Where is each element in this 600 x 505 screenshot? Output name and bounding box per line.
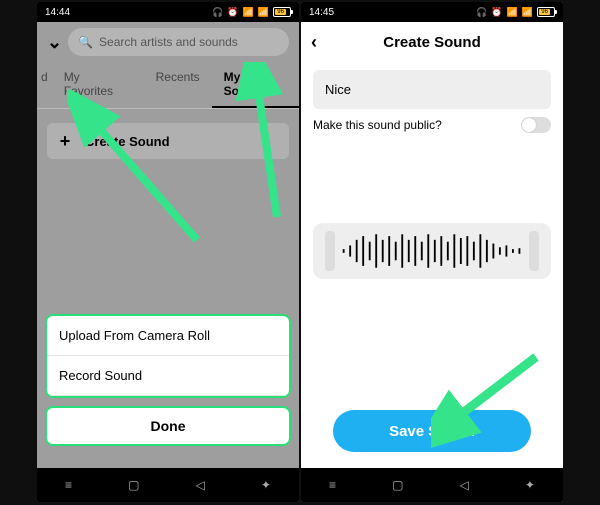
action-sheet: Upload From Camera Roll Record Sound Don… [45, 314, 291, 446]
status-icons: 🎧⏰📶📶 96 [476, 7, 555, 18]
public-toggle[interactable] [521, 117, 551, 133]
chevron-down-icon[interactable]: ⌄ [47, 32, 62, 53]
waveform-icon [339, 230, 525, 272]
nav-recent-icon[interactable]: ≡ [65, 478, 72, 492]
annotation-arrow [67, 90, 217, 250]
tab-my-sounds[interactable]: My Sounds [212, 62, 299, 108]
nav-back-icon[interactable]: ◁ [196, 478, 205, 492]
create-sound-label: Create Sound [85, 134, 170, 149]
status-bar: 14:45 🎧⏰📶📶 96 [301, 2, 563, 22]
plus-icon: + [57, 131, 73, 152]
search-placeholder: Search artists and sounds [99, 35, 238, 49]
status-icons: 🎧⏰📶📶 96 [212, 7, 291, 18]
waveform[interactable] [313, 223, 551, 279]
trim-handle-left[interactable] [325, 231, 335, 271]
trim-handle-right[interactable] [529, 231, 539, 271]
nav-home-icon[interactable]: ▢ [392, 478, 403, 492]
nav-recent-icon[interactable]: ≡ [329, 478, 336, 492]
nav-accessibility-icon[interactable]: ✦ [525, 478, 535, 492]
sheet-done-button[interactable]: Done [45, 406, 291, 446]
nav-accessibility-icon[interactable]: ✦ [261, 478, 271, 492]
nav-bar: ≡ ▢ ◁ ✦ [301, 468, 563, 502]
sound-name-input[interactable]: Nice [313, 70, 551, 109]
public-label: Make this sound public? [313, 118, 442, 132]
battery-icon: 96 [537, 7, 555, 17]
sheet-item-upload[interactable]: Upload From Camera Roll [47, 316, 289, 356]
save-sound-button[interactable]: Save Sound [333, 410, 531, 452]
sheet-item-record[interactable]: Record Sound [47, 356, 289, 396]
tab-favorites[interactable]: My Favorites [52, 62, 144, 108]
page-title: Create Sound [383, 34, 481, 51]
battery-icon: 96 [273, 7, 291, 17]
status-bar: 14:44 🎧⏰📶📶 96 [37, 2, 299, 22]
back-icon[interactable]: ‹ [311, 32, 317, 53]
create-sound-button[interactable]: + Create Sound [47, 123, 289, 159]
status-time: 14:45 [309, 7, 334, 18]
search-icon: 🔍 [78, 35, 93, 49]
nav-home-icon[interactable]: ▢ [128, 478, 139, 492]
left-screen: 14:44 🎧⏰📶📶 96 ⌄ 🔍 Search artists and sou… [37, 2, 299, 502]
tabs: d My Favorites Recents My Sounds [37, 62, 299, 109]
tab-featured-cut[interactable]: d [37, 62, 52, 108]
nav-bar: ≡ ▢ ◁ ✦ [37, 468, 299, 502]
status-time: 14:44 [45, 7, 70, 18]
tab-recents[interactable]: Recents [144, 62, 212, 108]
search-input[interactable]: 🔍 Search artists and sounds [68, 28, 289, 56]
right-screen: 14:45 🎧⏰📶📶 96 ‹ Create Sound Nice Make t… [301, 2, 563, 502]
nav-back-icon[interactable]: ◁ [460, 478, 469, 492]
